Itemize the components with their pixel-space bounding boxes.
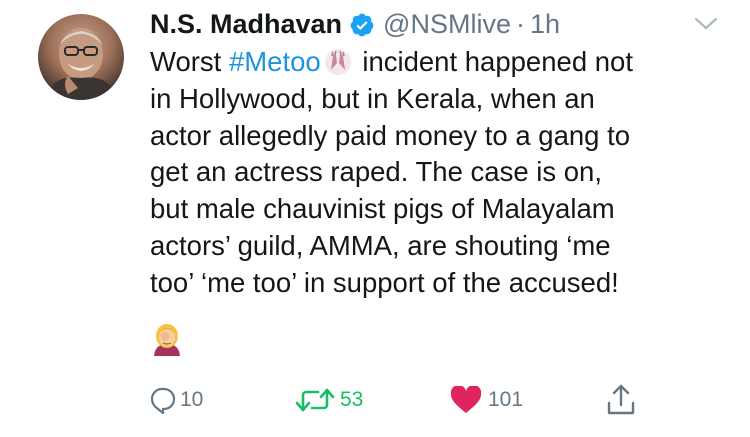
verified-badge-icon bbox=[349, 11, 375, 37]
facepalm-woman-emoji bbox=[150, 322, 184, 356]
reply-count: 10 bbox=[180, 388, 204, 411]
share-button[interactable] bbox=[606, 383, 636, 417]
retweet-count: 53 bbox=[340, 388, 364, 411]
raised-hands-emoji bbox=[324, 48, 352, 76]
tweet-card: N.S. Madhavan @NSMlive · 1h Worst #Metoo… bbox=[0, 0, 750, 437]
like-button[interactable]: 101 bbox=[450, 386, 523, 414]
timestamp[interactable]: 1h bbox=[530, 6, 560, 42]
reply-button[interactable]: 10 bbox=[150, 386, 203, 414]
hashtag-link[interactable]: #Metoo bbox=[229, 46, 321, 77]
separator-dot: · bbox=[515, 9, 525, 39]
tweet-header: N.S. Madhavan @NSMlive · 1h bbox=[150, 6, 560, 42]
reply-icon bbox=[150, 387, 176, 414]
tweet-text-rest: incident happened not in Hollywood, but … bbox=[150, 46, 633, 298]
user-handle[interactable]: @NSMlive bbox=[383, 6, 511, 42]
tweet-text: Worst #Metoo incident happened not in Ho… bbox=[150, 44, 740, 302]
avatar[interactable] bbox=[38, 14, 124, 100]
retweet-button[interactable]: 53 bbox=[294, 386, 363, 414]
retweet-icon bbox=[295, 388, 335, 412]
chevron-down-icon[interactable] bbox=[693, 14, 719, 34]
heart-icon bbox=[450, 386, 482, 413]
tweet-text-start: Worst bbox=[150, 46, 229, 77]
share-icon bbox=[607, 384, 635, 415]
like-count: 101 bbox=[488, 388, 524, 411]
display-name[interactable]: N.S. Madhavan bbox=[150, 6, 342, 42]
